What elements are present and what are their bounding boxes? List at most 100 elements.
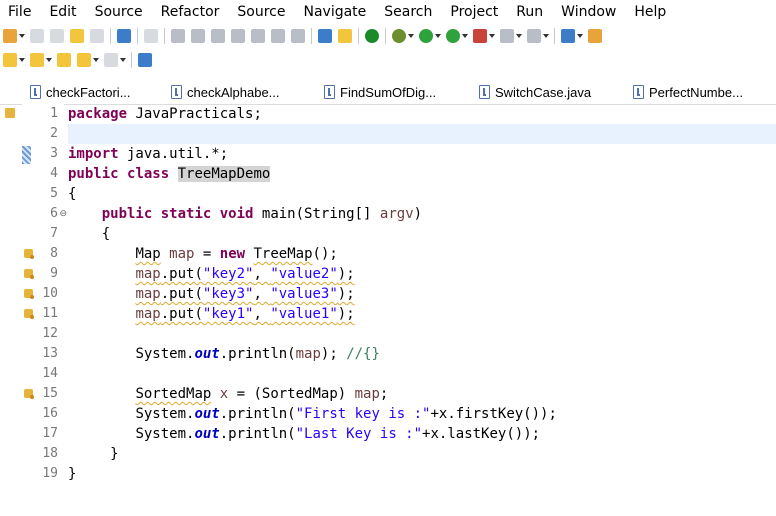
back-icon[interactable]	[77, 53, 91, 67]
code-line[interactable]: System.out.println("Last Key is :"+x.las…	[68, 424, 776, 444]
stop-dropdown-icon[interactable]	[516, 34, 522, 38]
code-line[interactable]	[68, 324, 776, 344]
menu-help[interactable]: Help	[625, 0, 675, 24]
code-line[interactable]: SortedMap x = (SortedMap) map;	[68, 384, 776, 404]
code-line[interactable]: package JavaPracticals;	[68, 104, 776, 124]
open-type-icon[interactable]	[318, 29, 332, 43]
warning-icon[interactable]	[24, 389, 34, 399]
code-line[interactable]: {	[68, 184, 776, 204]
terminal-icon[interactable]	[117, 29, 131, 43]
run-icon[interactable]	[419, 29, 433, 43]
debug-icon[interactable]	[392, 29, 406, 43]
fold-collapse-icon[interactable]: ⊖	[59, 208, 67, 220]
new-java-icon[interactable]	[561, 29, 575, 43]
step-over-icon[interactable]	[251, 29, 265, 43]
code-line[interactable]: }	[68, 464, 776, 484]
code-line[interactable]: map.put("key2", "value2");	[68, 264, 776, 284]
save-all-icon[interactable]	[50, 29, 64, 43]
save-icon[interactable]	[30, 29, 44, 43]
tab-checkalphabet[interactable]: checkAlphabe...	[171, 81, 280, 103]
forward-dropdown-icon[interactable]	[120, 58, 126, 62]
menu-search[interactable]: Search	[375, 0, 441, 24]
code-line[interactable]: public static void main(String[] argv)	[68, 204, 776, 224]
undo-icon[interactable]	[70, 29, 84, 43]
code-text: ();	[312, 246, 338, 262]
code-line[interactable]: System.out.println(map); //{}	[68, 344, 776, 364]
string-literal: "value3"	[270, 286, 338, 302]
menu-source-2[interactable]: Source	[228, 0, 294, 24]
menu-project[interactable]: Project	[441, 0, 507, 24]
redo-icon[interactable]	[90, 29, 104, 43]
run-dropdown-icon[interactable]	[435, 34, 441, 38]
new-icon[interactable]	[3, 29, 17, 43]
code-line[interactable]: Map map = new TreeMap();	[68, 244, 776, 264]
step-return-icon[interactable]	[271, 29, 285, 43]
new-java-dropdown-icon[interactable]	[577, 34, 583, 38]
server-dropdown-icon[interactable]	[543, 34, 549, 38]
menu-run[interactable]: Run	[507, 0, 552, 24]
variable: x	[219, 386, 229, 402]
suspend-icon[interactable]	[191, 29, 205, 43]
tab-checkfactorial[interactable]: checkFactori...	[30, 81, 131, 103]
server-icon[interactable]	[527, 29, 541, 43]
menu-edit[interactable]: Edit	[40, 0, 85, 24]
search-icon[interactable]	[588, 29, 602, 43]
line-number: 11	[42, 306, 58, 321]
line-number-8: 8	[24, 244, 58, 264]
external-tools-icon[interactable]	[473, 29, 487, 43]
next-annotation-dropdown-icon[interactable]	[19, 58, 25, 62]
warning-icon[interactable]	[24, 269, 34, 279]
skip-breakpoints-icon[interactable]	[144, 29, 158, 43]
line-number: 13	[42, 346, 58, 361]
coverage-icon[interactable]	[446, 29, 460, 43]
resume-icon[interactable]	[171, 29, 185, 43]
menu-refactor[interactable]: Refactor	[152, 0, 229, 24]
warning-icon[interactable]	[24, 309, 34, 319]
code-line[interactable]: map.put("key1", "value1");	[68, 304, 776, 324]
code-line[interactable]: public class TreeMapDemo	[68, 164, 776, 184]
variable: map	[135, 306, 161, 322]
coverage-dropdown-icon[interactable]	[462, 34, 468, 38]
ant-icon[interactable]	[365, 29, 379, 43]
code-line[interactable]	[68, 364, 776, 384]
step-into-icon[interactable]	[231, 29, 245, 43]
task-icon[interactable]	[338, 29, 352, 43]
code-editor[interactable]: package JavaPracticals; import java.util…	[68, 104, 776, 484]
previous-annotation-dropdown-icon[interactable]	[46, 58, 52, 62]
terminate-icon[interactable]	[211, 29, 225, 43]
menu-window[interactable]: Window	[552, 0, 625, 24]
code-line[interactable]: System.out.println("First key is :"+x.fi…	[68, 404, 776, 424]
tab-switchcase[interactable]: SwitchCase.java	[479, 81, 591, 103]
current-code-line[interactable]	[68, 124, 776, 144]
warning-icon[interactable]	[24, 289, 34, 299]
external-tools-dropdown-icon[interactable]	[489, 34, 495, 38]
code-line[interactable]: import java.util.*;	[68, 144, 776, 164]
debug-dropdown-icon[interactable]	[408, 34, 414, 38]
class-name-highlight: TreeMapDemo	[177, 166, 271, 182]
package-explorer-icon[interactable]	[5, 108, 15, 118]
code-line[interactable]: map.put("key3", "value3");	[68, 284, 776, 304]
code-line[interactable]: {	[68, 224, 776, 244]
keyword: static	[160, 206, 212, 222]
next-annotation-icon[interactable]	[3, 53, 17, 67]
forward-icon[interactable]	[104, 53, 118, 67]
menu-file[interactable]: File	[0, 0, 40, 24]
back-dropdown-icon[interactable]	[93, 58, 99, 62]
last-edit-location-icon[interactable]	[57, 53, 71, 67]
drop-to-frame-icon[interactable]	[291, 29, 305, 43]
previous-annotation-icon[interactable]	[30, 53, 44, 67]
menu-navigate[interactable]: Navigate	[294, 0, 375, 24]
java-file-icon	[479, 85, 490, 99]
code-text: );	[320, 346, 347, 362]
stop-icon[interactable]	[500, 29, 514, 43]
code-text: ;	[379, 386, 389, 402]
side-strip	[0, 78, 22, 516]
menu-source[interactable]: Source	[86, 0, 152, 24]
code-text: ,	[253, 286, 271, 302]
tab-findsumofdigits[interactable]: FindSumOfDig...	[324, 81, 436, 103]
warning-icon[interactable]	[24, 249, 34, 259]
pin-editor-icon[interactable]	[138, 53, 152, 67]
new-dropdown-icon[interactable]	[19, 34, 25, 38]
tab-perfectnumber[interactable]: PerfectNumbe...	[633, 81, 743, 103]
code-line[interactable]: }	[68, 444, 776, 464]
